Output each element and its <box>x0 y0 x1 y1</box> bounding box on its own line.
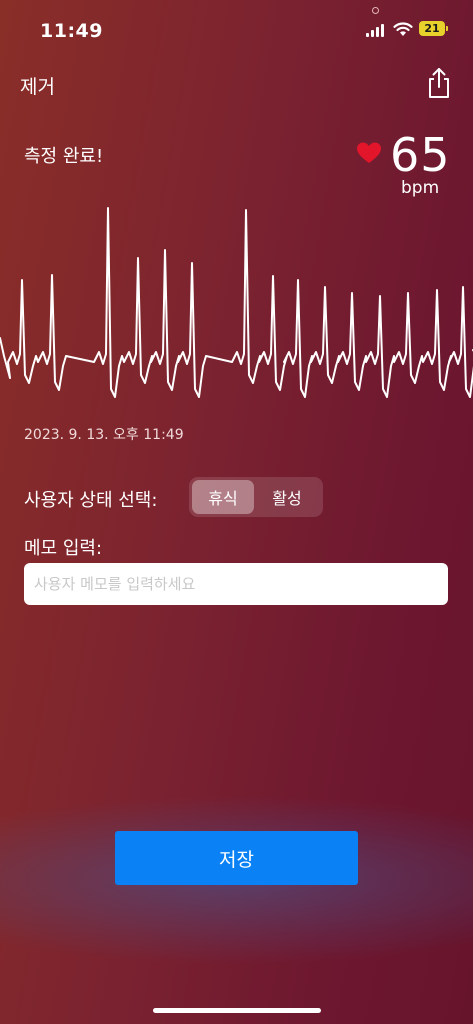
memo-label: 메모 입력: <box>24 538 103 559</box>
bpm-unit: bpm <box>401 178 440 198</box>
camera-indicator-icon <box>372 7 379 14</box>
share-button[interactable] <box>424 66 454 100</box>
save-button[interactable]: 저장 <box>115 831 358 885</box>
memo-input[interactable] <box>24 563 448 605</box>
user-state-label: 사용자 상태 선택: <box>24 490 158 511</box>
state-option-rest[interactable]: 휴식 <box>192 480 254 514</box>
measurement-status: 측정 완료! <box>24 146 104 167</box>
user-state-segmented-control: 휴식 활성 <box>189 477 323 517</box>
ecg-waveform <box>0 207 473 398</box>
state-option-active[interactable]: 활성 <box>256 480 318 514</box>
heart-icon <box>357 142 381 163</box>
share-icon <box>429 68 449 98</box>
bpm-value: 65 <box>390 128 451 182</box>
battery-icon: 21 <box>419 21 445 36</box>
measurement-timestamp: 2023. 9. 13. 오후 11:49 <box>24 427 184 443</box>
battery-level: 21 <box>424 22 440 35</box>
home-indicator <box>153 1008 321 1013</box>
status-time: 11:49 <box>40 20 103 42</box>
battery-cap <box>446 26 448 31</box>
signal-icon <box>366 23 386 37</box>
wifi-icon <box>393 22 413 36</box>
remove-button[interactable]: 제거 <box>20 72 55 99</box>
